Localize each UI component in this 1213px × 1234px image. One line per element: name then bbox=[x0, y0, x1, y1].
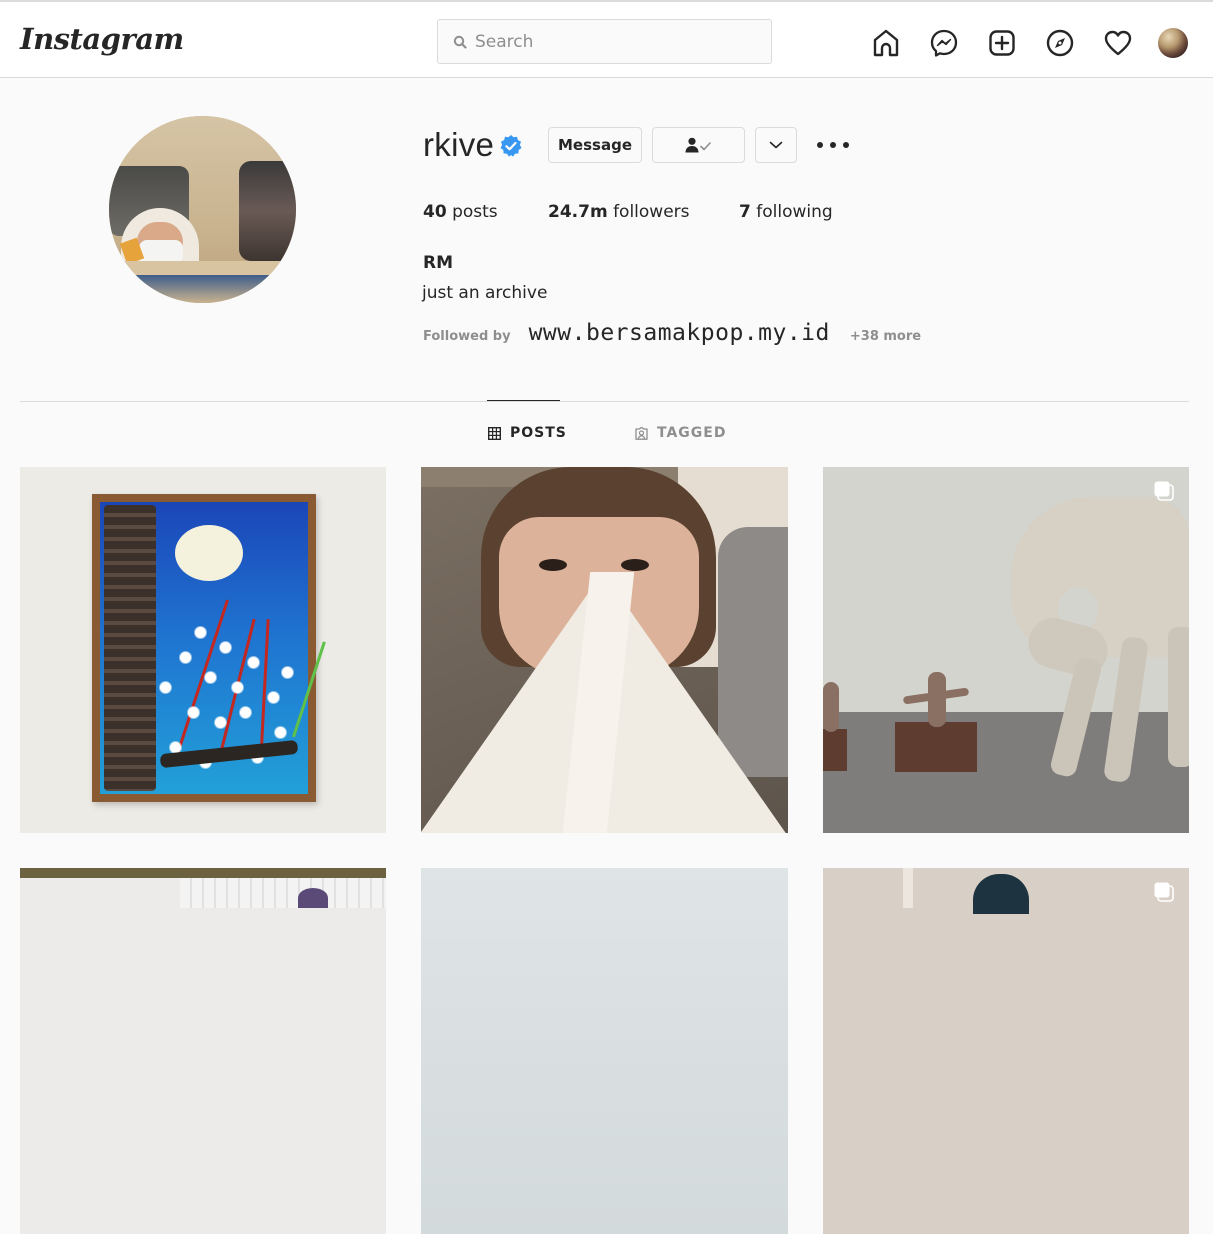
posts-count-label: posts bbox=[446, 202, 498, 222]
followed-by-names[interactable]: www.bersamakpop.my.id bbox=[529, 320, 830, 346]
heart-icon bbox=[1104, 30, 1132, 56]
profile-stats: 40 posts 24.7m followers 7 following bbox=[423, 202, 873, 222]
more-horizontal-icon-dot bbox=[830, 142, 836, 148]
tab-tagged[interactable]: TAGGED bbox=[635, 425, 726, 441]
followed-by-more-link[interactable]: +38 more bbox=[850, 329, 921, 344]
explore-button[interactable] bbox=[1044, 27, 1076, 59]
post-thumbnail[interactable] bbox=[421, 868, 788, 1234]
nav-icons bbox=[870, 26, 1188, 60]
compass-icon bbox=[1046, 29, 1074, 57]
suggestions-dropdown-button[interactable] bbox=[755, 127, 797, 163]
profile-avatar-button[interactable] bbox=[1158, 28, 1188, 58]
more-options-button[interactable] bbox=[817, 131, 849, 159]
search-box[interactable] bbox=[437, 19, 772, 64]
more-horizontal-icon-dot bbox=[843, 142, 849, 148]
post-thumbnail[interactable] bbox=[823, 467, 1189, 833]
post-thumbnail[interactable] bbox=[20, 467, 386, 833]
search-input[interactable] bbox=[475, 31, 755, 52]
home-button[interactable] bbox=[870, 27, 902, 59]
followers-count-value: 24.7m bbox=[548, 202, 608, 222]
following-count-label: following bbox=[750, 202, 833, 222]
tab-tagged-label: TAGGED bbox=[657, 425, 727, 441]
grid-icon bbox=[488, 426, 501, 440]
post-thumbnail[interactable] bbox=[421, 467, 788, 833]
profile-username: rkive bbox=[423, 126, 495, 163]
more-horizontal-icon bbox=[817, 142, 823, 148]
direct-messages-button[interactable] bbox=[928, 27, 960, 59]
person-check-icon bbox=[685, 137, 711, 153]
posts-count-value: 40 bbox=[423, 202, 447, 222]
following-button[interactable] bbox=[652, 127, 745, 163]
following-count-value: 7 bbox=[739, 202, 751, 222]
tabs-divider bbox=[20, 401, 1189, 402]
messenger-icon bbox=[930, 29, 958, 57]
followers-link[interactable]: 24.7m followers bbox=[548, 202, 698, 222]
followers-count-label: followers bbox=[607, 202, 690, 222]
chevron-down-icon bbox=[769, 141, 783, 149]
tab-posts[interactable]: POSTS bbox=[488, 425, 567, 441]
home-icon bbox=[873, 29, 899, 57]
active-tab-indicator bbox=[487, 400, 560, 401]
multiple-photos-icon bbox=[1154, 481, 1174, 501]
tab-posts-label: POSTS bbox=[510, 425, 567, 441]
instagram-logo[interactable]: Instagram bbox=[20, 22, 184, 56]
activity-button[interactable] bbox=[1102, 27, 1134, 59]
profile-full-name: RM bbox=[423, 253, 454, 273]
tagged-icon bbox=[635, 426, 648, 440]
post-thumbnail[interactable] bbox=[20, 868, 386, 1234]
top-navigation-bar: Instagram bbox=[0, 0, 1213, 78]
message-button[interactable]: Message bbox=[548, 127, 642, 163]
plus-square-icon bbox=[989, 30, 1015, 56]
followed-by-label: Followed by bbox=[423, 329, 511, 344]
following-link[interactable]: 7 following bbox=[739, 202, 833, 222]
posts-count: 40 posts bbox=[423, 202, 508, 222]
multiple-photos-icon bbox=[1154, 882, 1174, 902]
new-post-button[interactable] bbox=[986, 27, 1018, 59]
profile-bio: just an archive bbox=[422, 283, 548, 303]
profile-picture[interactable] bbox=[109, 116, 296, 303]
post-thumbnail[interactable] bbox=[823, 868, 1189, 1234]
search-icon bbox=[453, 35, 467, 49]
followed-by: Followed by www.bersamakpop.my.id +38 mo… bbox=[423, 320, 921, 346]
verified-badge-icon bbox=[500, 135, 522, 157]
